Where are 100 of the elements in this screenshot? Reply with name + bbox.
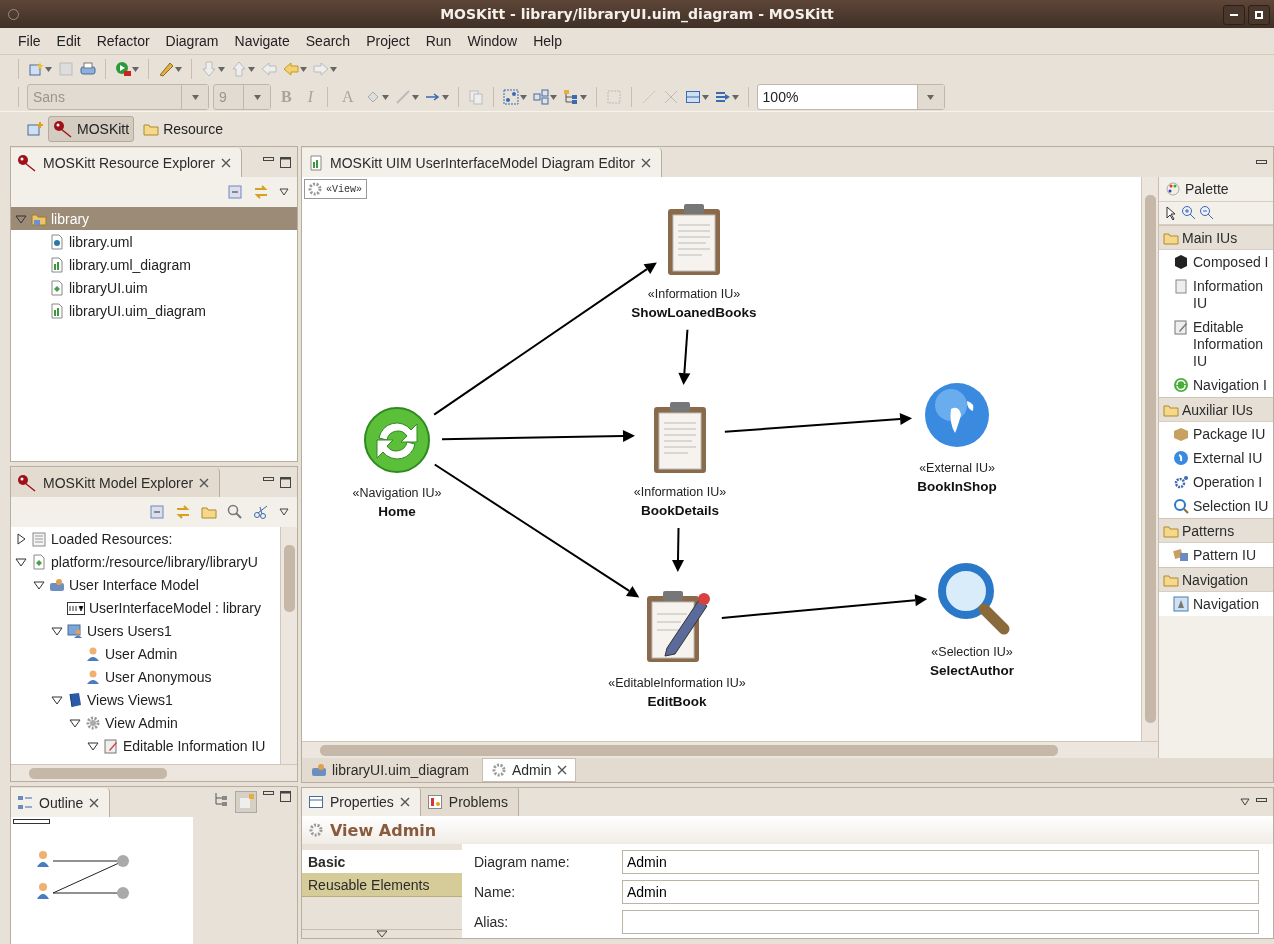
view-tab[interactable]: Properties: [302, 788, 421, 816]
input-field[interactable]: Admin: [622, 880, 1259, 904]
menu-item[interactable]: Edit: [48, 33, 89, 49]
input-field[interactable]: Admin: [622, 850, 1259, 874]
close-icon[interactable]: [220, 157, 231, 168]
palette-tool[interactable]: Package IU: [1159, 422, 1273, 446]
minimize-icon[interactable]: [263, 791, 274, 796]
collapse-all-icon[interactable]: [227, 184, 243, 200]
tree-item[interactable]: platform:/resource/library/libraryU: [11, 550, 280, 573]
scrollbar[interactable]: [302, 741, 1158, 758]
view-tab[interactable]: MOSKitt Resource Explorer: [11, 148, 242, 177]
clipboard-pencil-icon: [1173, 319, 1189, 335]
node-name: Home: [378, 504, 416, 519]
collapse-icon[interactable]: [15, 555, 27, 568]
palette-tool[interactable]: Navigation I: [1159, 373, 1273, 397]
maximize-icon[interactable]: [280, 791, 291, 802]
menu-item[interactable]: Refactor: [88, 33, 158, 49]
tree-view-icon[interactable]: [213, 791, 229, 807]
properties-section-tab[interactable]: Reusable Elements: [302, 873, 462, 897]
editor-tab[interactable]: MOSKitt UIM UserInterfaceModel Diagram Editor: [302, 148, 662, 177]
zoom-field[interactable]: 100%: [756, 84, 945, 110]
tree-item[interactable]: Loaded Resources:: [11, 527, 280, 550]
scrollbar[interactable]: [280, 527, 297, 764]
menu-item[interactable]: Run: [417, 33, 460, 49]
menu-item[interactable]: File: [10, 33, 49, 49]
palette-tool[interactable]: Navigation: [1159, 592, 1273, 616]
menu-item[interactable]: Window: [459, 33, 526, 49]
diagram-tab[interactable]: Admin: [481, 758, 576, 782]
tree-item[interactable]: Editable Information IU: [11, 734, 280, 757]
palette-tool[interactable]: Pattern IU: [1159, 543, 1273, 567]
gear-icon: [85, 714, 101, 731]
scrollbar[interactable]: [11, 764, 297, 781]
menu-item[interactable]: Help: [525, 33, 570, 49]
close-icon[interactable]: [89, 797, 100, 808]
collapse-icon[interactable]: [51, 624, 63, 637]
tree-item[interactable]: Users Users1: [11, 619, 280, 642]
close-icon[interactable]: [556, 765, 567, 775]
properties-section-tab[interactable]: Basic: [302, 850, 462, 873]
close-icon[interactable]: [641, 157, 651, 168]
view-tab[interactable]: Outline: [11, 788, 111, 817]
palette-drawer[interactable]: Patterns: [1159, 518, 1273, 543]
palette-tool[interactable]: Selection IU: [1159, 494, 1273, 518]
diagram-tab[interactable]: libraryUI.uim_diagram: [302, 758, 478, 782]
palette-drawer[interactable]: Auxiliar IUs: [1159, 397, 1273, 422]
node-stereotype: «External IU»: [919, 461, 995, 475]
scrollbar[interactable]: [1141, 177, 1158, 741]
collapse-all-icon[interactable]: [149, 504, 165, 520]
maximize-icon[interactable]: [280, 156, 291, 168]
menu-item[interactable]: Search: [297, 33, 359, 49]
palette-drawer[interactable]: Navigation: [1159, 567, 1273, 592]
close-icon[interactable]: [199, 477, 210, 488]
minimize-icon[interactable]: [263, 476, 274, 482]
tree-item[interactable]: libraryUI.uim: [11, 276, 297, 299]
maximize-icon[interactable]: [280, 476, 291, 488]
zoom-in-icon[interactable]: [1181, 205, 1197, 221]
view-tab[interactable]: Problems: [420, 788, 519, 816]
maximize-window-button[interactable]: [1248, 5, 1270, 25]
minimize-icon[interactable]: [263, 156, 274, 162]
close-icon[interactable]: [399, 796, 410, 807]
collapse-icon[interactable]: [33, 578, 45, 591]
tree-item[interactable]: library.uml_diagram: [11, 253, 297, 276]
view-tab[interactable]: MOSKitt Model Explorer: [11, 468, 221, 497]
input-field[interactable]: [622, 910, 1259, 934]
tree-item[interactable]: library.uml: [11, 230, 297, 253]
tree-item[interactable]: User Interface Model: [11, 573, 280, 596]
collapse-icon[interactable]: [51, 693, 63, 706]
tree-item[interactable]: libraryUI.uim_diagram: [11, 299, 297, 322]
more-icon[interactable]: [376, 930, 388, 938]
minimize-icon[interactable]: [1256, 159, 1267, 165]
palette-drawer[interactable]: Main IUs: [1159, 225, 1273, 250]
menu-item[interactable]: Diagram: [157, 33, 227, 49]
folder-icon[interactable]: [201, 504, 217, 520]
tree-item[interactable]: User Anonymous: [11, 665, 280, 688]
menu-item[interactable]: Project: [358, 33, 418, 49]
palette-tool[interactable]: Editable Information IU: [1159, 315, 1273, 373]
palette-tool[interactable]: External IU: [1159, 446, 1273, 470]
palette-tool[interactable]: Composed I: [1159, 250, 1273, 274]
tree-item[interactable]: Views Views1: [11, 688, 280, 711]
tree-item[interactable]: View Admin: [11, 711, 280, 734]
view-menu-icon[interactable]: [279, 188, 289, 196]
tree-item[interactable]: UserInterfaceModel : library: [11, 596, 280, 619]
down-arrow-icon: [201, 61, 217, 77]
perspective-button[interactable]: Resource: [138, 116, 229, 142]
palette-tool[interactable]: Information IU: [1159, 274, 1273, 315]
collapse-icon[interactable]: [69, 716, 81, 729]
view-menu-icon[interactable]: [279, 508, 289, 516]
menu-item[interactable]: Navigate: [226, 33, 298, 49]
minimize-window-button[interactable]: [1223, 5, 1245, 25]
zoom-out-icon[interactable]: [1199, 205, 1215, 221]
perspective-button[interactable]: MOSKitt: [48, 116, 135, 142]
search-icon[interactable]: [227, 504, 243, 520]
caret-icon: [441, 94, 449, 100]
expand-icon[interactable]: [15, 532, 27, 545]
caret-icon: [519, 94, 527, 100]
view-menu-icon[interactable]: [1240, 798, 1250, 806]
minimize-icon[interactable]: [1256, 798, 1267, 803]
tree-item[interactable]: User Admin: [11, 642, 280, 665]
palette-tool[interactable]: Operation I: [1159, 470, 1273, 494]
collapse-icon[interactable]: [87, 739, 99, 752]
scissors-icon[interactable]: [253, 504, 269, 520]
